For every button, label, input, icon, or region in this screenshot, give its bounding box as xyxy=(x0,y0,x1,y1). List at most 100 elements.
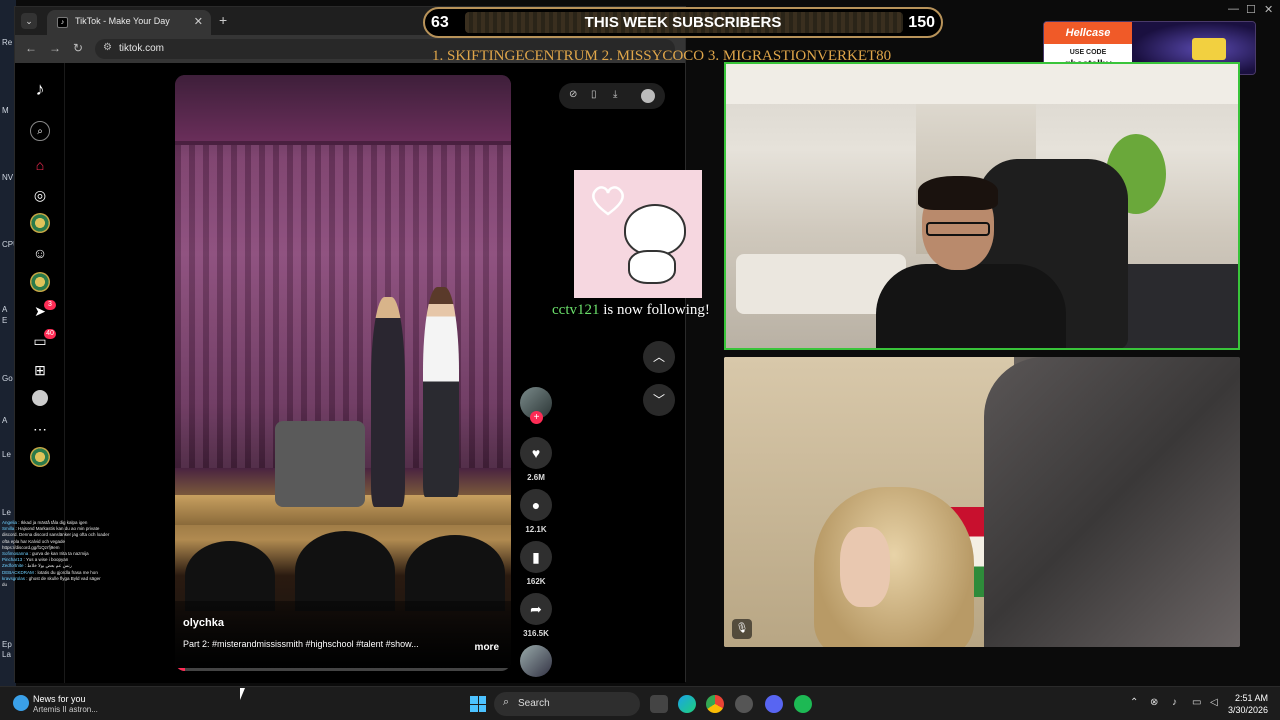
new-tab-button[interactable]: + xyxy=(219,12,227,28)
desktop-icon-label[interactable]: A xyxy=(2,305,7,314)
clock-time: 2:51 AM xyxy=(1234,693,1268,703)
device-icon[interactable]: ▯ xyxy=(591,89,597,100)
task-view-icon[interactable] xyxy=(650,695,668,713)
video-player[interactable]: olychka Part 2: #misterandmississmith #h… xyxy=(175,75,511,671)
chat-text: ghost de skulle flyga Byld vad säger xyxy=(28,575,101,581)
spotify-icon[interactable] xyxy=(794,695,812,713)
chat-message: kravsgrolas : ghost de skulle flyga Byld… xyxy=(2,575,101,581)
chat-username[interactable]: DEBACKDRAM xyxy=(2,570,34,575)
download-icon[interactable]: ⤓ xyxy=(613,89,617,100)
streamer-torso xyxy=(876,264,1066,348)
desktop-icon-label[interactable]: Go xyxy=(2,374,13,383)
home-icon[interactable]: ⌂ xyxy=(30,155,50,175)
upload-icon[interactable]: ⊞ xyxy=(30,360,50,380)
desktop-icon-label[interactable]: Le xyxy=(2,508,11,517)
guest-video-call: 🎙 xyxy=(724,357,1240,647)
comment-action[interactable]: ● 12.1K xyxy=(520,489,552,534)
taskbar-search[interactable]: ⌕ Search xyxy=(494,692,640,716)
sound-disc[interactable] xyxy=(520,645,552,677)
chat-text: رنس عم بعض بولا خلاط xyxy=(27,563,72,569)
chat-text: du xyxy=(2,582,8,588)
share-action[interactable]: ➦ 316.5K xyxy=(520,593,552,638)
display-icon[interactable]: ▭ xyxy=(1192,697,1201,708)
user-icon[interactable] xyxy=(641,89,655,103)
chat-username[interactable]: Sofimosanna xyxy=(2,551,28,556)
chat-text: Yus a wise i boopyan xyxy=(25,557,69,563)
close-window-icon[interactable]: ✕ xyxy=(1264,3,1273,16)
audience-heads xyxy=(175,531,511,611)
follow-alert-message: is now following! xyxy=(599,302,710,318)
friends-icon[interactable]: ☺ xyxy=(30,243,50,263)
profile-icon[interactable] xyxy=(32,390,48,406)
forward-button[interactable]: → xyxy=(49,41,61,55)
share-icon[interactable]: ➦ xyxy=(520,593,552,625)
edge-icon[interactable] xyxy=(678,695,696,713)
more-icon[interactable]: ⋯ xyxy=(30,419,50,439)
chat-username[interactable]: Angelia xyxy=(2,520,17,525)
close-icon[interactable]: ✕ xyxy=(194,15,203,28)
back-button[interactable]: ← xyxy=(25,41,37,55)
tray-overflow-icon[interactable]: ⌃ xyxy=(1130,697,1138,708)
tiktok-favicon-icon: ♪ xyxy=(57,17,68,28)
comment-icon[interactable]: ● xyxy=(520,489,552,521)
caption-more-link[interactable]: more xyxy=(475,642,499,653)
chat-username[interactable]: kravsgrolas xyxy=(2,576,25,581)
chat-text: lotatis du gjordla frasa me hon xyxy=(37,569,98,575)
maximize-icon[interactable]: ☐ xyxy=(1246,3,1256,16)
cat-body xyxy=(628,250,676,284)
network-icon[interactable]: ⊗ xyxy=(1150,697,1158,708)
desktop-icon-label[interactable]: A xyxy=(2,416,7,425)
video-progress-bar[interactable] xyxy=(175,668,511,671)
microphone-icon[interactable]: ♪ xyxy=(1172,697,1177,708)
chat-username[interactable]: Zedfortnite xyxy=(2,563,24,568)
creator-username[interactable]: olychka xyxy=(183,617,224,629)
tiktok-page: ♪ ⌕ ⌂ ◎ ☺ ➤ 3 ▭ 40 ⊞ ⋯ olychka Part 2: #… xyxy=(15,63,685,683)
follow-plus-icon[interactable]: + xyxy=(530,411,543,424)
desktop-icon-label[interactable]: Re xyxy=(2,38,12,47)
desktop-icon-label[interactable]: Ep xyxy=(2,640,12,649)
live-avatar-icon[interactable] xyxy=(30,272,50,292)
previous-video-button[interactable]: ︿ xyxy=(643,341,675,373)
system-clock[interactable]: 2:51 AM 3/30/2026 xyxy=(1228,692,1268,716)
app-icon[interactable] xyxy=(735,695,753,713)
desktop-icon-label[interactable]: Le xyxy=(2,450,11,459)
desktop-icon-label[interactable]: NV xyxy=(2,173,13,182)
explore-icon[interactable]: ◎ xyxy=(30,185,50,205)
like-action[interactable]: ♥ 2.6M xyxy=(520,437,552,482)
news-widget-icon[interactable] xyxy=(13,695,29,711)
desktop-icon-label[interactable]: La xyxy=(2,650,11,659)
desktop-icon-label[interactable]: M xyxy=(2,106,9,115)
chat-text: Ikkad ja mästå tåla dig kalpa igen xyxy=(20,520,88,525)
site-info-icon[interactable]: ⚙ xyxy=(103,42,112,53)
chat-text: gurva de kan Irita ta nazmija xyxy=(32,551,89,557)
minimize-icon[interactable]: — xyxy=(1228,3,1239,15)
news-widget-title[interactable]: News for you xyxy=(33,694,86,704)
goal-target: 150 xyxy=(908,14,935,31)
comment-count: 12.1K xyxy=(525,525,547,534)
windows-start-icon[interactable] xyxy=(470,696,486,712)
search-icon[interactable]: ⌕ xyxy=(30,121,50,141)
following-avatar-icon[interactable] xyxy=(30,213,50,233)
mic-muted-icon[interactable]: 🎙 xyxy=(732,619,752,639)
chat-username[interactable]: Smilla xyxy=(2,526,14,531)
follow-alert-user: cctv121 xyxy=(552,302,600,318)
chrome-icon[interactable] xyxy=(706,695,724,713)
volume-icon[interactable]: ◁ xyxy=(1210,697,1218,708)
follow-alert-image xyxy=(574,170,702,298)
news-widget-subtitle[interactable]: Artemis II astron... xyxy=(33,705,98,714)
reload-button[interactable]: ↻ xyxy=(73,41,83,55)
heart-icon[interactable]: ♥ xyxy=(520,437,552,469)
bookmark-icon[interactable]: ▮ xyxy=(520,541,552,573)
discord-icon[interactable] xyxy=(765,695,783,713)
save-action[interactable]: ▮ 162K xyxy=(520,541,552,586)
music-disc-icon[interactable] xyxy=(520,645,552,677)
share-count: 316.5K xyxy=(523,629,549,638)
tab-tiktok[interactable]: ♪ TikTok - Make Your Day ✕ xyxy=(47,10,211,35)
chat-username[interactable]: Pinchar13 xyxy=(2,557,22,562)
account-avatar-icon[interactable] xyxy=(30,447,50,467)
next-video-button[interactable]: ﹀ xyxy=(643,384,675,416)
tiktok-logo-icon[interactable]: ♪ xyxy=(30,79,50,99)
autoscroll-icon[interactable]: ⊘ xyxy=(569,89,577,100)
chevron-down-icon[interactable]: ⌄ xyxy=(21,13,37,29)
desktop-icon-label[interactable]: E xyxy=(2,316,7,325)
